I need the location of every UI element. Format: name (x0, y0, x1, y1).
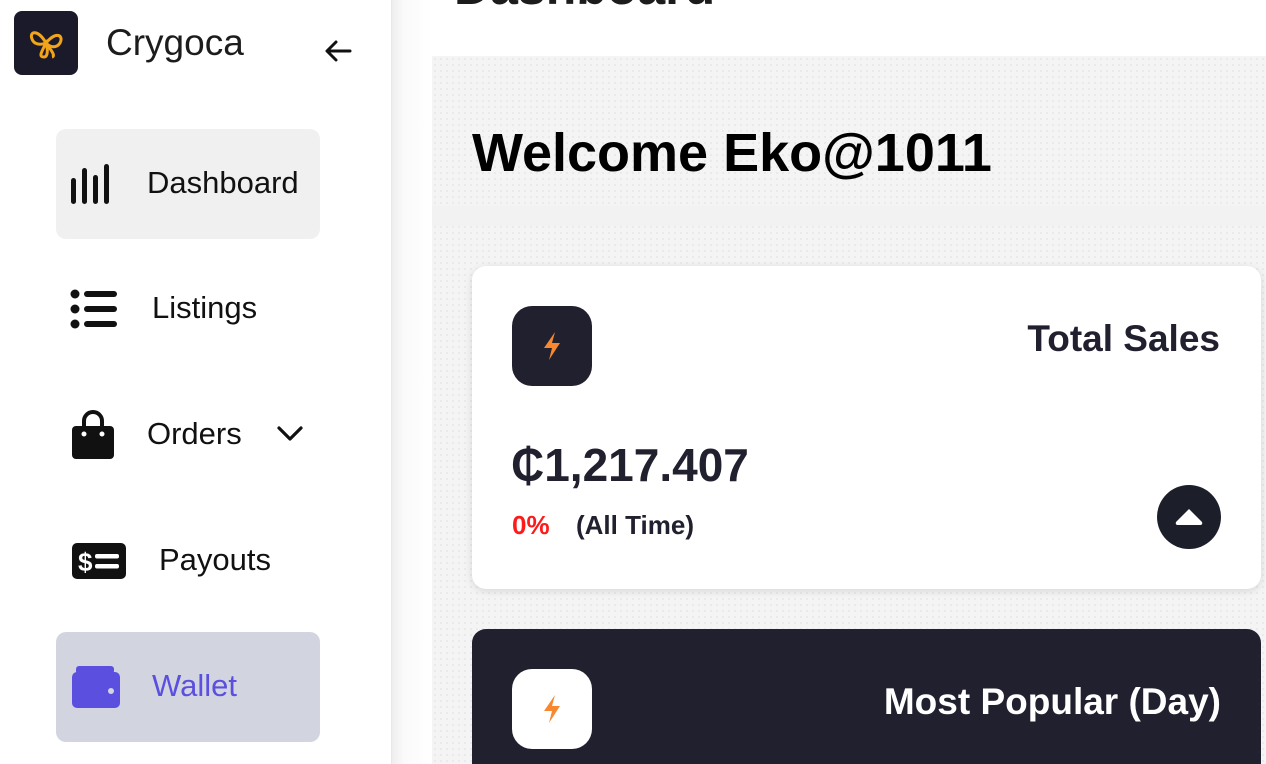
change-percent: 0% (512, 510, 550, 540)
butterfly-logo-icon[interactable] (14, 11, 78, 75)
sales-amount: ₵1,217.407 (511, 439, 749, 491)
sidebar-item-label: Wallet (152, 668, 237, 703)
sidebar-item-label: Orders (147, 416, 242, 451)
total-sales-card: Total Sales ₵1,217.407 0% (All Time) (472, 266, 1261, 589)
brand-name: Crygoca (106, 22, 244, 63)
sidebar-item-payouts[interactable]: $ Payouts (56, 506, 320, 616)
sidebar-divider (392, 0, 432, 764)
main-content: Welcome Eko@1011 Total Sales ₵1,217.407 … (432, 56, 1266, 764)
top-bar: Dashboard (432, 0, 1266, 56)
lightning-icon (512, 306, 592, 386)
sidebar-item-label: Payouts (159, 542, 272, 577)
sidebar-item-listings[interactable]: Listings (56, 254, 320, 364)
chevron-down-icon[interactable] (276, 424, 304, 449)
sidebar-item-label: Dashboard (147, 165, 299, 200)
bar-chart-icon (70, 162, 114, 206)
welcome-divider (432, 206, 1266, 226)
welcome-heading: Welcome Eko@1011 (472, 123, 992, 183)
arrow-left-icon[interactable] (318, 33, 358, 69)
sidebar-item-label: Listings (152, 290, 258, 325)
sidebar-item-dashboard[interactable]: Dashboard (56, 129, 320, 239)
lightning-icon (512, 669, 592, 749)
card-title: Most Popular (Day) (883, 681, 1221, 722)
card-title: Total Sales (1027, 318, 1220, 359)
sidebar: Crygoca Dashboard Listings Orders $ Payo… (0, 0, 392, 764)
most-popular-card: Most Popular (Day) (472, 629, 1261, 764)
sidebar-item-wallet[interactable]: Wallet (56, 632, 320, 742)
period-label: (All Time) (576, 510, 694, 540)
list-icon (70, 289, 118, 329)
sidebar-item-orders[interactable]: Orders (56, 380, 320, 490)
svg-text:$: $ (78, 547, 93, 577)
shopping-bag-icon (71, 410, 115, 460)
money-bill-icon: $ (71, 541, 127, 581)
caret-up-icon[interactable] (1157, 485, 1221, 549)
page-title: Dashboard (454, 0, 715, 16)
wallet-icon (72, 666, 120, 708)
